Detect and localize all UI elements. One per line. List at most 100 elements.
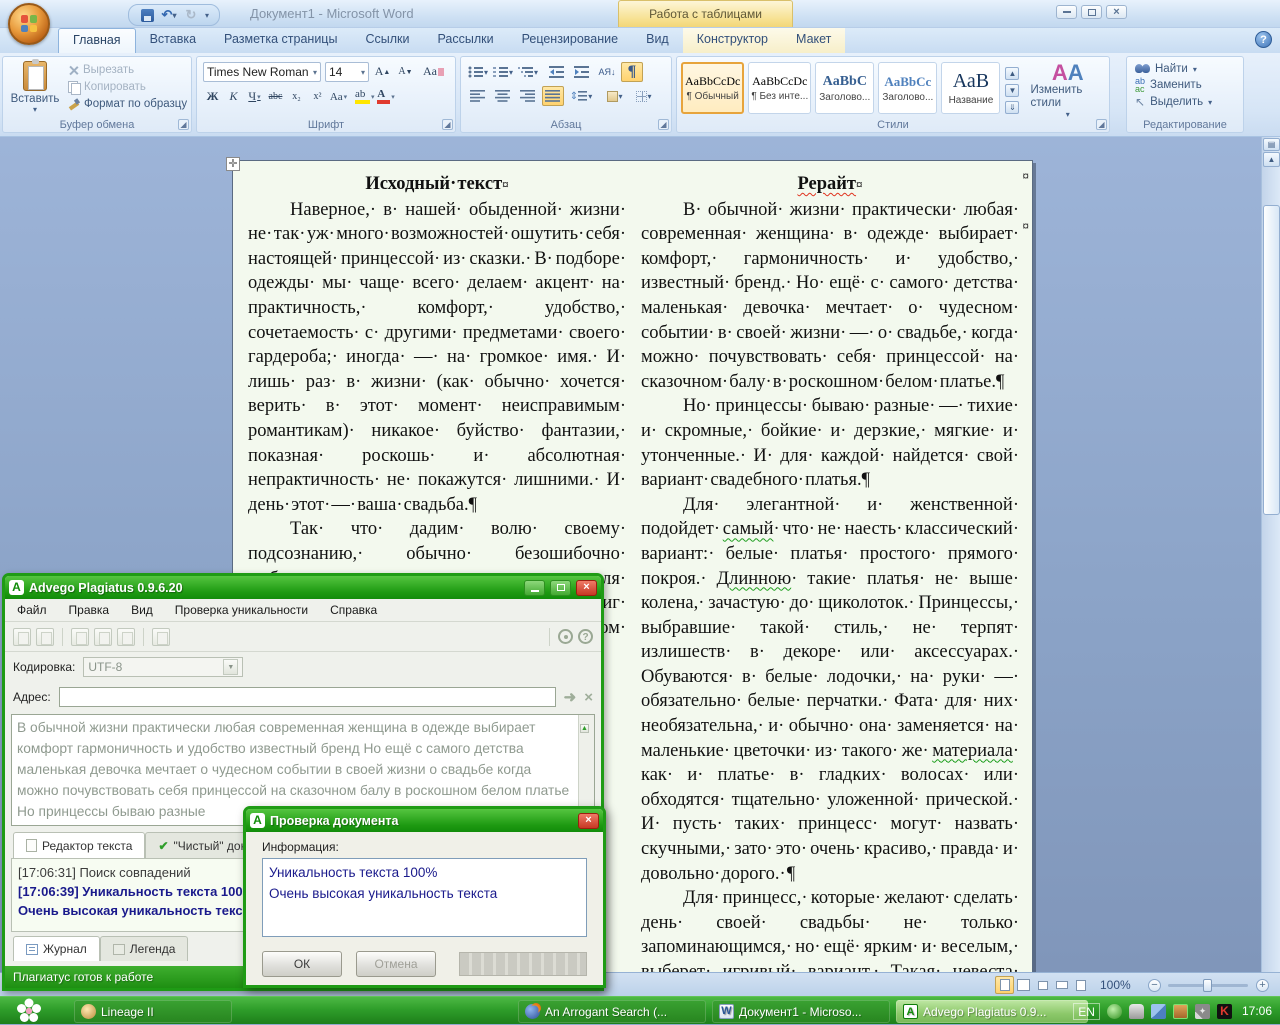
- style-title[interactable]: АаВ Название: [941, 62, 1000, 114]
- styles-scroll-up[interactable]: ▲: [1005, 67, 1019, 80]
- style-heading1[interactable]: AaBbC Заголово...: [815, 62, 874, 114]
- copy-button[interactable]: Копировать: [65, 80, 190, 94]
- change-styles-button[interactable]: AA Изменить стили▾: [1030, 62, 1105, 120]
- tab-insert[interactable]: Вставка: [136, 28, 210, 53]
- clear-formatting-button[interactable]: Aa: [423, 62, 444, 81]
- zoom-slider-thumb[interactable]: [1203, 979, 1212, 992]
- increase-indent-button[interactable]: [571, 62, 593, 82]
- cancel-button[interactable]: Отмена: [356, 951, 436, 977]
- tab-table-design[interactable]: Конструктор: [683, 28, 782, 53]
- edit-text-icon[interactable]: [94, 628, 112, 646]
- change-case-button[interactable]: Aa▾: [329, 87, 348, 106]
- style-normal[interactable]: AaBbCcDc ¶ Обычный: [681, 62, 744, 114]
- tray-qip-icon[interactable]: [1129, 1004, 1144, 1019]
- language-indicator[interactable]: EN: [1073, 1003, 1100, 1020]
- qat-customize-icon[interactable]: ▾: [205, 11, 209, 20]
- check-tool-icon[interactable]: [152, 628, 170, 646]
- tray-media-icon[interactable]: [1107, 1004, 1122, 1019]
- tab-text-editor[interactable]: Редактор текста: [13, 832, 145, 858]
- advego-maximize-button[interactable]: [550, 580, 571, 596]
- font-family-combo[interactable]: Times New Roman▾: [203, 62, 321, 82]
- bold-button[interactable]: Ж: [203, 87, 222, 106]
- tab-page-layout[interactable]: Разметка страницы: [210, 28, 351, 53]
- replace-button[interactable]: abac Заменить: [1135, 77, 1235, 93]
- table-move-handle[interactable]: ✛: [226, 157, 240, 171]
- advego-close-button[interactable]: ×: [576, 580, 597, 596]
- shrink-font-button[interactable]: A▼: [396, 62, 415, 81]
- scroll-up-icon[interactable]: ▲: [1263, 152, 1280, 167]
- sort-button[interactable]: АЯ↓: [596, 62, 618, 82]
- clipboard-dialog-launcher[interactable]: ◢: [178, 119, 189, 130]
- underline-button[interactable]: Ч▾: [245, 87, 264, 106]
- scrollbar-thumb[interactable]: [1263, 205, 1280, 515]
- minimize-button[interactable]: [1056, 5, 1077, 19]
- cut-button[interactable]: Вырезать: [65, 63, 190, 77]
- subscript-button[interactable]: x₂: [287, 87, 306, 106]
- numbering-button[interactable]: ▾: [492, 62, 514, 82]
- paste-button[interactable]: Вставить ▾: [9, 61, 61, 119]
- close-button[interactable]: ×: [1106, 5, 1127, 19]
- dialog-titlebar[interactable]: A Проверка документа ×: [246, 809, 603, 832]
- kaspersky-icon[interactable]: K: [1217, 1004, 1232, 1019]
- tab-journal[interactable]: Журнал: [13, 936, 100, 961]
- tab-mailings[interactable]: Рассылки: [423, 28, 507, 53]
- italic-button[interactable]: К: [224, 87, 243, 106]
- align-center-button[interactable]: [492, 86, 514, 106]
- styles-gallery-expand[interactable]: ⇓: [1005, 101, 1019, 114]
- bullets-button[interactable]: ▾: [467, 62, 489, 82]
- office-button[interactable]: [8, 3, 50, 45]
- column-rewrite-text[interactable]: Рерайт¤ В· обычной· жизни· практически· …: [641, 172, 1019, 972]
- redo-icon[interactable]: ↻: [183, 7, 199, 23]
- tray-network-icon[interactable]: [1151, 1004, 1166, 1019]
- zoom-out-button[interactable]: −: [1148, 979, 1161, 992]
- web-layout-view-button[interactable]: [1033, 976, 1052, 994]
- taskbar-item-word[interactable]: W Документ1 - Microso...: [712, 1000, 890, 1023]
- menu-uniqueness-check[interactable]: Проверка уникальности: [175, 603, 308, 617]
- ok-button[interactable]: ОК: [262, 951, 342, 977]
- advego-scroll-up-icon[interactable]: ▲: [580, 724, 589, 733]
- restore-button[interactable]: [1081, 5, 1102, 19]
- multilevel-list-button[interactable]: ▾: [517, 62, 539, 82]
- menu-view[interactable]: Вид: [131, 603, 153, 617]
- strikethrough-button[interactable]: abc: [266, 87, 285, 106]
- start-button[interactable]: [16, 998, 42, 1024]
- outline-view-button[interactable]: [1052, 976, 1071, 994]
- align-right-button[interactable]: [517, 86, 539, 106]
- help-icon[interactable]: ?: [1255, 31, 1272, 48]
- highlight-button[interactable]: ab▾: [355, 87, 375, 106]
- settings-gear-icon[interactable]: [558, 629, 573, 644]
- paste-clipboard-icon[interactable]: [117, 628, 135, 646]
- font-dialog-launcher[interactable]: ◢: [442, 119, 453, 130]
- open-copy-icon[interactable]: [36, 628, 54, 646]
- zoom-level[interactable]: 100%: [1100, 978, 1131, 992]
- grow-font-button[interactable]: A▲: [373, 62, 392, 81]
- go-arrow-icon[interactable]: ➜: [564, 688, 577, 706]
- advego-help-icon[interactable]: ?: [578, 629, 593, 644]
- style-no-spacing[interactable]: AaBbCcDc ¶ Без инте...: [748, 62, 811, 114]
- justify-button[interactable]: [542, 86, 564, 106]
- font-color-button[interactable]: А▾: [377, 87, 396, 106]
- save-icon[interactable]: [139, 7, 155, 23]
- tab-references[interactable]: Ссылки: [351, 28, 423, 53]
- line-spacing-button[interactable]: ⇕ ▾: [567, 86, 595, 106]
- draft-view-button[interactable]: [1071, 976, 1090, 994]
- select-button[interactable]: ↖ Выделить▾: [1135, 95, 1235, 109]
- style-heading2[interactable]: AaBbCc Заголово...: [878, 62, 937, 114]
- print-layout-view-button[interactable]: [995, 976, 1014, 994]
- taskbar-item-lineage[interactable]: Lineage II: [74, 1000, 232, 1023]
- tab-review[interactable]: Рецензирование: [508, 28, 633, 53]
- find-button[interactable]: Найти▾: [1135, 63, 1235, 75]
- tab-legend[interactable]: Легенда: [100, 936, 189, 961]
- new-document-icon[interactable]: [13, 628, 31, 646]
- font-size-combo[interactable]: 14▾: [325, 62, 369, 82]
- zoom-slider[interactable]: [1168, 984, 1248, 987]
- taskbar-item-advego[interactable]: A Advego Plagiatus 0.9...: [896, 1000, 1088, 1023]
- menu-help[interactable]: Справка: [330, 603, 377, 617]
- zoom-in-button[interactable]: +: [1256, 979, 1269, 992]
- paste-url-icon[interactable]: [71, 628, 89, 646]
- taskbar-item-browser[interactable]: An Arrogant Search (...: [518, 1000, 706, 1023]
- shading-button[interactable]: ▾: [602, 86, 628, 106]
- decrease-indent-button[interactable]: [546, 62, 568, 82]
- align-left-button[interactable]: [467, 86, 489, 106]
- address-input[interactable]: [59, 687, 556, 707]
